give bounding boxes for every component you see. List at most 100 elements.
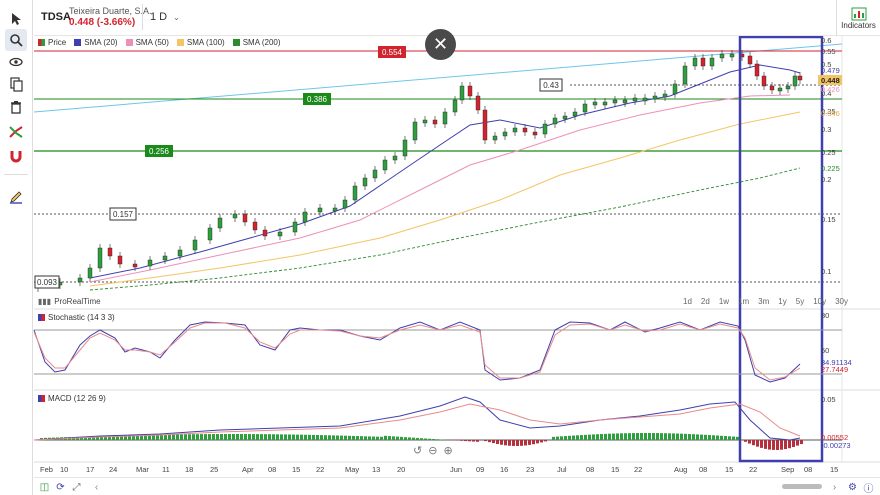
- zoom-out-icon[interactable]: ⊖: [428, 444, 437, 457]
- company-name: Teixeira Duarte, S.A.: [69, 6, 152, 16]
- macd-bar: [700, 434, 703, 440]
- legend-sma200[interactable]: SMA (200): [232, 38, 281, 47]
- stochastic-title[interactable]: Stochastic (14 3 3): [38, 313, 115, 322]
- macd-bar: [716, 435, 719, 440]
- candle: [162, 255, 168, 261]
- bottom-bar: ◫ ⟳ ⤢ ‹ › ⚙ ⓘ: [34, 477, 880, 495]
- trash-icon[interactable]: [5, 96, 27, 118]
- macd-bar: [216, 434, 219, 440]
- expand-icon[interactable]: ⤢: [70, 481, 83, 494]
- legend-sma100[interactable]: SMA (100): [176, 38, 225, 47]
- macd-bar: [540, 440, 543, 443]
- zoom-icon[interactable]: [5, 29, 27, 51]
- macd-bar: [228, 434, 231, 440]
- timeframe-1y[interactable]: 1y: [778, 297, 786, 306]
- timeframe-10y[interactable]: 10y: [813, 297, 826, 306]
- candle: [177, 249, 183, 257]
- macd-bar: [788, 440, 791, 449]
- macd-bar: [528, 440, 531, 445]
- horizontal-scrollbar[interactable]: [782, 484, 822, 489]
- price-tag-0346: 0.346: [821, 109, 840, 118]
- chart-canvas[interactable]: 0.554 0.43 0.386 0.256 0.157 0.093 0.6 0…: [0, 0, 880, 495]
- help-icon[interactable]: ⓘ: [862, 481, 875, 495]
- timeframe-1d[interactable]: 1d: [683, 297, 692, 306]
- price-tick-0.6: 0.6: [821, 36, 831, 45]
- macd-bar: [680, 433, 683, 440]
- legend-sma50[interactable]: SMA (50): [125, 38, 169, 47]
- timeframe-30y[interactable]: 30y: [835, 297, 848, 306]
- candle: [232, 213, 238, 219]
- x-axis-label: 08: [699, 465, 707, 474]
- scroll-right-icon[interactable]: ›: [828, 481, 841, 494]
- share-icon[interactable]: ⟳: [54, 481, 67, 494]
- level-label-0157[interactable]: 0.157: [109, 207, 137, 221]
- level-label-0386[interactable]: 0.386: [303, 93, 331, 105]
- x-axis-label: 15: [292, 465, 300, 474]
- pencil-icon[interactable]: [5, 186, 27, 208]
- x-axis-label: 25: [210, 465, 218, 474]
- zoom-in-icon[interactable]: ⊕: [443, 444, 452, 457]
- macd-bar: [504, 440, 507, 446]
- macd-bar: [388, 436, 391, 440]
- x-axis-label: May: [345, 465, 359, 474]
- macd-bar: [720, 435, 723, 440]
- legend-price[interactable]: Price: [38, 38, 66, 47]
- candle: [522, 127, 528, 133]
- indicators-button[interactable]: Indicators: [836, 0, 880, 36]
- macd-bar: [652, 433, 655, 440]
- timeframe-3m[interactable]: 3m: [758, 297, 769, 306]
- macd-bar: [588, 434, 591, 440]
- settings-icon[interactable]: ⚙: [846, 481, 859, 494]
- macd-bar: [396, 436, 399, 440]
- candle: [754, 63, 760, 77]
- trend-tool-icon[interactable]: [5, 121, 27, 143]
- macd-bar: [772, 440, 775, 450]
- x-axis-label: 08: [804, 465, 812, 474]
- eye-icon[interactable]: [5, 51, 27, 73]
- macd-title[interactable]: MACD (12 26 9): [38, 394, 106, 403]
- timeframe-1w[interactable]: 1w: [719, 297, 729, 306]
- macd-bar: [644, 433, 647, 440]
- period-select[interactable]: 1 D ⌄: [142, 4, 180, 30]
- macd-bar: [264, 434, 267, 440]
- level-label-0093[interactable]: 0.093: [34, 275, 60, 289]
- macd-bar: [696, 434, 699, 440]
- close-button[interactable]: ✕: [425, 29, 456, 60]
- macd-bar: [660, 433, 663, 440]
- ticker-symbol[interactable]: TDSA: [41, 11, 71, 23]
- timeframe-5y[interactable]: 5y: [796, 297, 804, 306]
- legend-sma20[interactable]: SMA (20): [74, 38, 118, 47]
- cursor-icon[interactable]: [5, 8, 27, 30]
- candle: [512, 127, 518, 133]
- macd-bar: [704, 434, 707, 440]
- level-label-0554[interactable]: 0.554: [378, 46, 406, 58]
- timeframe-1m[interactable]: 1m: [738, 297, 749, 306]
- candle: [797, 75, 803, 81]
- macd-bar: [768, 440, 771, 450]
- candle: [132, 263, 138, 268]
- level-label-043[interactable]: 0.43: [539, 78, 563, 92]
- candle: [572, 111, 578, 117]
- macd-bar: [484, 440, 487, 442]
- macd-bar: [496, 440, 499, 444]
- candle: [302, 211, 308, 223]
- macd-bar: [412, 437, 415, 440]
- copy-icon[interactable]: [5, 73, 27, 95]
- candle: [769, 85, 775, 91]
- macd-bar: [628, 433, 631, 440]
- magnet-icon[interactable]: [5, 145, 27, 167]
- macd-bar: [476, 440, 479, 442]
- macd-bar: [676, 433, 679, 440]
- candle: [482, 109, 488, 141]
- export-icon[interactable]: ◫: [38, 481, 51, 494]
- stoch-tick-80: 80: [821, 311, 829, 320]
- timeframe-2d[interactable]: 2d: [701, 297, 710, 306]
- macd-bar: [432, 438, 435, 440]
- macd-bar: [372, 436, 375, 440]
- candle: [77, 277, 83, 283]
- candle: [729, 53, 735, 58]
- macd-bar: [468, 440, 471, 442]
- scroll-left-icon[interactable]: ‹: [90, 481, 103, 494]
- level-label-0256[interactable]: 0.256: [145, 145, 173, 157]
- undo-icon[interactable]: ↺: [413, 444, 422, 457]
